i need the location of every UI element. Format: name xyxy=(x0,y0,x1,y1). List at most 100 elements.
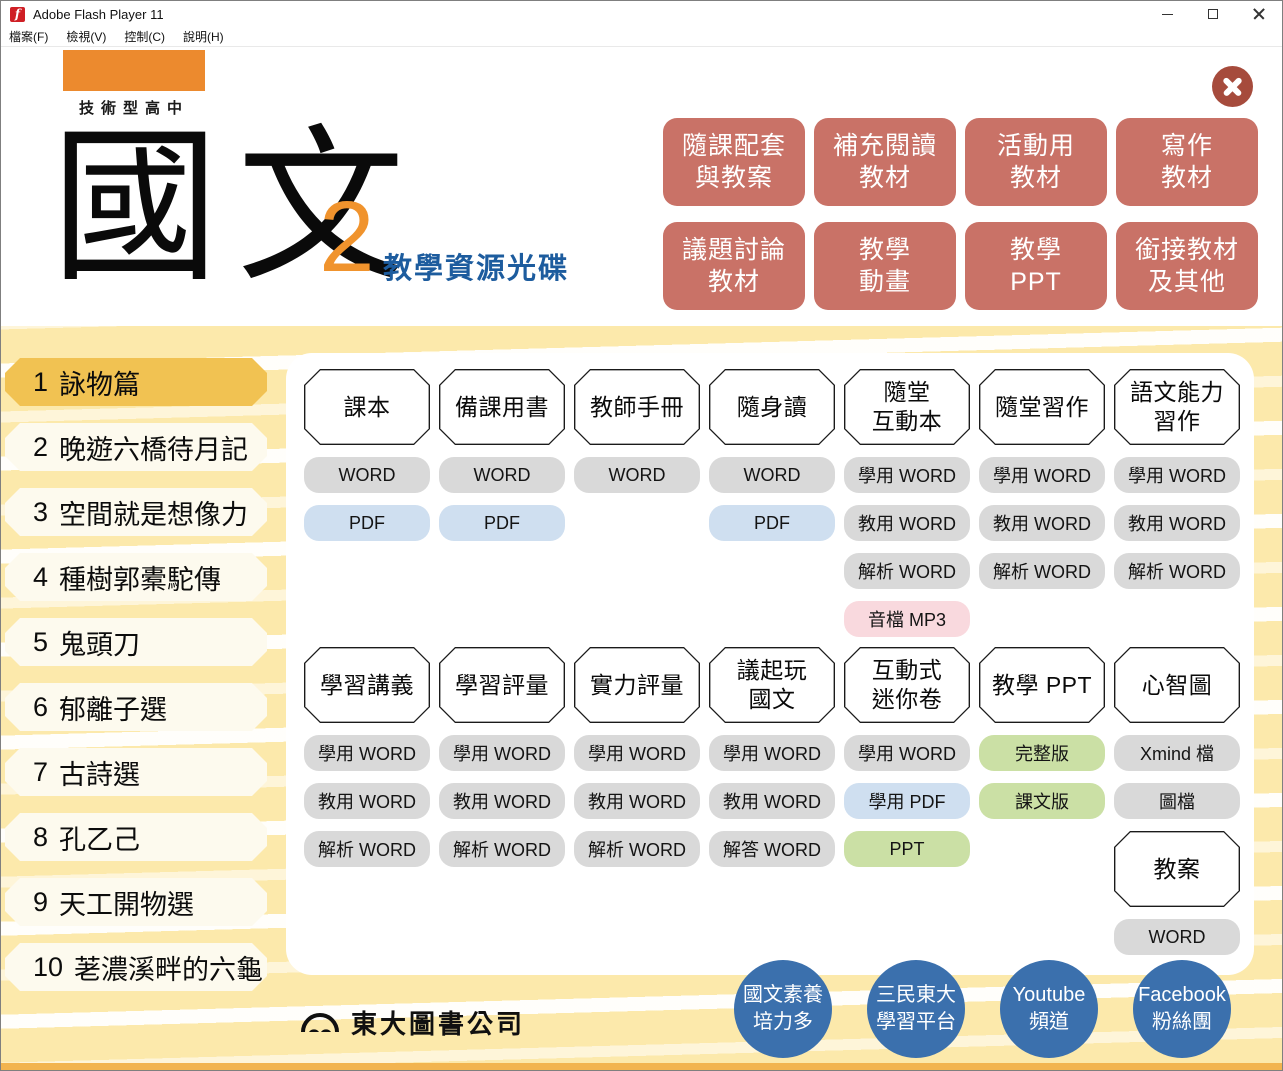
category-study-handout[interactable]: 學習講義 xyxy=(304,647,430,723)
category-prep-book[interactable]: 備課用書 xyxy=(439,369,565,445)
category-language-workbook[interactable]: 語文能力習作 xyxy=(1114,369,1240,445)
category-textbook[interactable]: 課本 xyxy=(304,369,430,445)
file-pill[interactable]: 教用 WORD xyxy=(304,783,430,819)
file-pill[interactable]: 解析 WORD xyxy=(979,553,1105,589)
file-pill[interactable]: WORD xyxy=(439,457,565,493)
file-pill[interactable]: 學用 PDF xyxy=(844,783,970,819)
file-pill[interactable]: 解析 WORD xyxy=(1114,553,1240,589)
header: 技術型高中 國文 2 教學資源光碟 隨課配套與教案 補充閱讀教材 活動用教材 寫… xyxy=(1,47,1282,326)
category-workbook[interactable]: 隨堂習作 xyxy=(979,369,1105,445)
file-pill[interactable]: WORD xyxy=(574,457,700,493)
lesson-sidebar: 1詠物篇 2晚遊六橋待月記 3空間就是想像力 4種樹郭橐駝傳 5鬼頭刀 6郁離子… xyxy=(5,358,267,991)
top-button-bridging[interactable]: 銜接教材及其他 xyxy=(1116,222,1258,310)
sidebar-item-lesson-7[interactable]: 7古詩選 xyxy=(5,748,267,796)
category-teaching-ppt[interactable]: 教學 PPT xyxy=(979,647,1105,723)
file-pill[interactable]: PPT xyxy=(844,831,970,867)
file-pill[interactable]: WORD xyxy=(709,457,835,493)
category-fun-chinese[interactable]: 議起玩國文 xyxy=(709,647,835,723)
category-interactive-book[interactable]: 隨堂互動本 xyxy=(844,369,970,445)
sidebar-item-lesson-8[interactable]: 8孔乙己 xyxy=(5,813,267,861)
link-facebook-page[interactable]: Facebook粉絲團 xyxy=(1133,960,1231,1058)
file-pill[interactable]: 教用 WORD xyxy=(844,505,970,541)
link-learning-platform[interactable]: 三民東大學習平台 xyxy=(867,960,965,1058)
content-body: 1詠物篇 2晚遊六橋待月記 3空間就是想像力 4種樹郭橐駝傳 5鬼頭刀 6郁離子… xyxy=(1,326,1282,1071)
category-mini-quiz[interactable]: 互動式迷你卷 xyxy=(844,647,970,723)
file-pill[interactable]: 教用 WORD xyxy=(979,505,1105,541)
column-fun-chinese: 議起玩國文 學用 WORD 教用 WORD 解答 WORD xyxy=(709,647,835,955)
category-study-assessment[interactable]: 學習評量 xyxy=(439,647,565,723)
file-pill[interactable]: 學用 WORD xyxy=(844,457,970,493)
file-pill[interactable]: PDF xyxy=(439,505,565,541)
file-pill[interactable]: 學用 WORD xyxy=(709,735,835,771)
file-pill[interactable]: 學用 WORD xyxy=(304,735,430,771)
file-pill[interactable]: 解析 WORD xyxy=(304,831,430,867)
file-pill[interactable]: 課文版 xyxy=(979,783,1105,819)
minimize-button[interactable] xyxy=(1144,1,1190,27)
app-close-button[interactable] xyxy=(1212,66,1253,107)
file-pill[interactable]: 學用 WORD xyxy=(574,735,700,771)
file-pill[interactable]: 教用 WORD xyxy=(709,783,835,819)
top-button-ppt[interactable]: 教學PPT xyxy=(965,222,1107,310)
sidebar-item-lesson-2[interactable]: 2晚遊六橋待月記 xyxy=(5,423,267,471)
file-pill[interactable]: 音檔 MP3 xyxy=(844,601,970,637)
file-pill[interactable]: PDF xyxy=(304,505,430,541)
sidebar-item-lesson-1[interactable]: 1詠物篇 xyxy=(5,358,267,406)
category-teacher-manual[interactable]: 教師手冊 xyxy=(574,369,700,445)
sidebar-item-lesson-3[interactable]: 3空間就是想像力 xyxy=(5,488,267,536)
sidebar-item-lesson-10[interactable]: 10荖濃溪畔的六龜 xyxy=(5,943,267,991)
sidebar-item-lesson-4[interactable]: 4種樹郭橐駝傳 xyxy=(5,553,267,601)
file-pill[interactable]: WORD xyxy=(1114,919,1240,955)
link-literacy-platform[interactable]: 國文素養培力多 xyxy=(734,960,832,1058)
external-links: 國文素養培力多 三民東大學習平台 Youtube頻道 Facebook粉絲團 xyxy=(734,960,1231,1058)
link-youtube-channel[interactable]: Youtube頻道 xyxy=(1000,960,1098,1058)
file-pill[interactable]: 教用 WORD xyxy=(439,783,565,819)
file-pill[interactable]: 解析 WORD xyxy=(844,553,970,589)
flash-player-icon: f xyxy=(10,7,25,22)
file-pill[interactable]: 解析 WORD xyxy=(574,831,700,867)
file-pill[interactable]: 圖檔 xyxy=(1114,783,1240,819)
file-pill[interactable]: 完整版 xyxy=(979,735,1105,771)
column-interactive-book: 隨堂互動本 學用 WORD 教用 WORD 解析 WORD 音檔 MP3 xyxy=(844,369,970,637)
top-button-peicourse[interactable]: 隨課配套與教案 xyxy=(663,118,805,206)
file-pill[interactable]: 教用 WORD xyxy=(1114,505,1240,541)
category-pocket-reader[interactable]: 隨身讀 xyxy=(709,369,835,445)
sidebar-item-lesson-9[interactable]: 9天工開物選 xyxy=(5,878,267,926)
file-pill[interactable]: WORD xyxy=(304,457,430,493)
file-pill[interactable]: 學用 WORD xyxy=(1114,457,1240,493)
menu-file[interactable]: 檔案(F) xyxy=(9,28,48,45)
top-button-activity[interactable]: 活動用教材 xyxy=(965,118,1107,206)
sidebar-item-lesson-5[interactable]: 5鬼頭刀 xyxy=(5,618,267,666)
file-pill[interactable]: PDF xyxy=(709,505,835,541)
top-button-writing[interactable]: 寫作教材 xyxy=(1116,118,1258,206)
category-lesson-plan[interactable]: 教案 xyxy=(1114,831,1240,907)
file-pill[interactable]: 解答 WORD xyxy=(709,831,835,867)
column-study-handout: 學習講義 學用 WORD 教用 WORD 解析 WORD xyxy=(304,647,430,955)
file-pill[interactable]: 學用 WORD xyxy=(844,735,970,771)
top-button-discussion[interactable]: 議題討論教材 xyxy=(663,222,805,310)
menu-help[interactable]: 說明(H) xyxy=(183,28,224,45)
column-prep-book: 備課用書 WORD PDF xyxy=(439,369,565,637)
category-mindmap[interactable]: 心智圖 xyxy=(1114,647,1240,723)
file-pill[interactable]: 解析 WORD xyxy=(439,831,565,867)
window-controls xyxy=(1144,1,1282,27)
category-ability-assessment[interactable]: 實力評量 xyxy=(574,647,700,723)
column-mini-quiz: 互動式迷你卷 學用 WORD 學用 PDF PPT xyxy=(844,647,970,955)
file-pill[interactable]: Xmind 檔 xyxy=(1114,735,1240,771)
brand-logo: 技術型高中 xyxy=(63,50,205,118)
close-window-button[interactable] xyxy=(1236,1,1282,27)
top-category-buttons: 隨課配套與教案 補充閱讀教材 活動用教材 寫作教材 議題討論教材 教學動畫 教學… xyxy=(663,118,1258,310)
sidebar-item-lesson-6[interactable]: 6郁離子選 xyxy=(5,683,267,731)
file-pill[interactable]: 學用 WORD xyxy=(979,457,1105,493)
column-mindmap: 心智圖 Xmind 檔 圖檔 教案 WORD xyxy=(1114,647,1240,955)
maximize-button[interactable] xyxy=(1190,1,1236,27)
top-button-reading[interactable]: 補充閱讀教材 xyxy=(814,118,956,206)
menu-view[interactable]: 檢視(V) xyxy=(66,28,106,45)
file-pill[interactable]: 學用 WORD xyxy=(439,735,565,771)
page-subtitle: 教學資源光碟 xyxy=(383,245,569,287)
maximize-icon xyxy=(1208,9,1218,19)
top-button-animation[interactable]: 教學動畫 xyxy=(814,222,956,310)
menu-control[interactable]: 控制(C) xyxy=(124,28,165,45)
title-bar: f Adobe Flash Player 11 xyxy=(1,1,1282,27)
column-teaching-ppt: 教學 PPT 完整版 課文版 xyxy=(979,647,1105,955)
file-pill[interactable]: 教用 WORD xyxy=(574,783,700,819)
